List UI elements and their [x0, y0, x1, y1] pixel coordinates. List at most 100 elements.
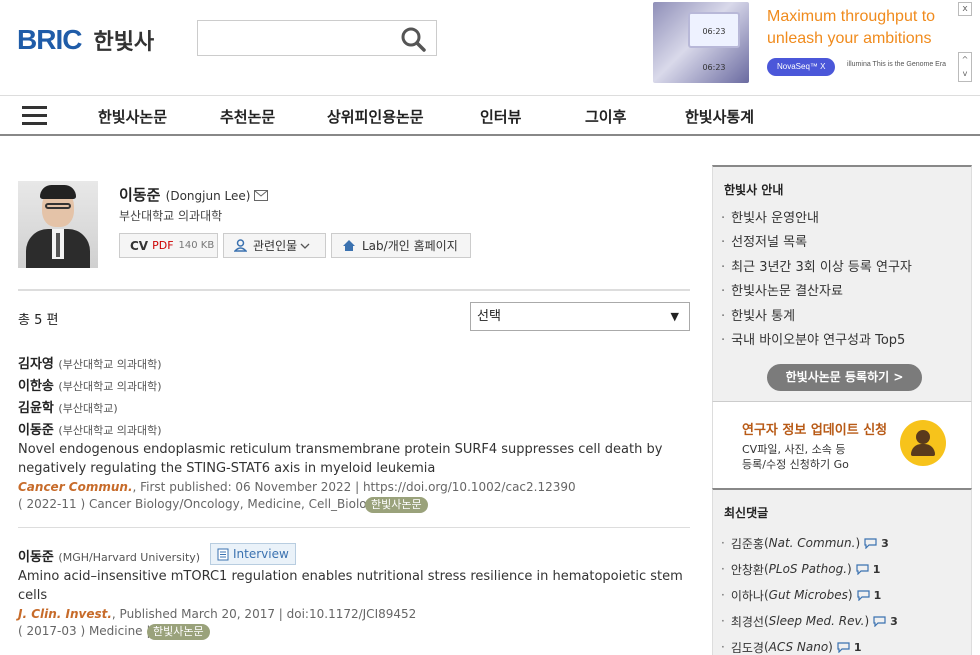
cv-label: CV: [130, 238, 149, 253]
paper-title[interactable]: Amino acid–insensitive mTORC1 regulation…: [18, 567, 690, 605]
menu-icon[interactable]: [22, 106, 47, 126]
paper-author[interactable]: 이한송 (부산대학교 의과대학): [18, 375, 162, 394]
comment-count: 3: [881, 536, 889, 550]
ad-headline: Maximum throughput to unleash your ambit…: [767, 6, 935, 50]
comment-item[interactable]: 김도경(ACS Nano) 1: [721, 634, 898, 655]
home-icon: [343, 240, 355, 251]
guide-item[interactable]: 국내 바이오분야 연구성과 Top5: [721, 329, 912, 353]
guide-item[interactable]: 한빛사 통계: [721, 305, 912, 329]
site-logo[interactable]: BRIC 한빛사: [17, 24, 154, 56]
comment-icon: [856, 563, 869, 575]
update-desc-line1: CV파일, 사진, 소속 등: [742, 443, 846, 456]
lab-homepage-button[interactable]: Lab/개인 홈페이지: [331, 233, 471, 258]
guide-item[interactable]: 한빛사 운영안내: [721, 207, 912, 231]
update-info-box[interactable]: 연구자 정보 업데이트 신청 CV파일, 사진, 소속 등 등록/수정 신청하기…: [712, 402, 972, 488]
comment-item[interactable]: 김준홍(Nat. Commun.) 3: [721, 530, 898, 556]
comment-icon: [856, 589, 870, 601]
paper-date-field: ( 2022-11 ) Cancer Biology/Oncology, Med…: [18, 497, 390, 511]
author-org: (부산대학교 의과대학): [58, 358, 162, 371]
paper-author[interactable]: 이동준 (부산대학교 의과대학): [18, 419, 162, 438]
comment-count: 1: [872, 562, 881, 576]
dropdown-arrow-icon: ▼: [670, 310, 679, 323]
nav-item-after[interactable]: 그이후: [585, 106, 626, 127]
comment-count: 1: [873, 588, 882, 602]
nav-item-statistics[interactable]: 한빛사통계: [685, 106, 754, 127]
paper-publication: J. Clin. Invest., Published March 20, 20…: [18, 607, 416, 621]
register-paper-button[interactable]: 한빛사논문 등록하기 >: [767, 364, 922, 391]
comment-count: 3: [890, 614, 898, 628]
paper-author[interactable]: 이동준 (MGH/Harvard University): [18, 546, 200, 565]
paper-author[interactable]: 김자영 (부산대학교 의과대학): [18, 353, 162, 372]
guide-item[interactable]: 선정저널 목록: [721, 231, 912, 255]
ad-close-icon[interactable]: x: [958, 2, 972, 16]
researcher-name-en: (Dongjun Lee): [165, 189, 251, 203]
logo-hanbitsa-text: 한빛사: [93, 30, 155, 55]
guide-item[interactable]: 한빛사논문 결산자료: [721, 280, 912, 304]
site-header: BRIC 한빛사 06:23 06:23 Maximum throughput …: [0, 0, 980, 95]
ad-scroll-control[interactable]: ^ v: [958, 52, 972, 82]
search-icon[interactable]: [400, 26, 426, 52]
comment-journal: Nat. Commun.: [768, 536, 856, 550]
comment-journal: ACS Nano: [768, 640, 829, 654]
related-people-label: 관련인물: [253, 239, 298, 253]
ad-brand-text: illumina This is the Genome Era: [847, 61, 947, 68]
guide-item[interactable]: 최근 3년간 3회 이상 등록 연구자: [721, 256, 912, 280]
paper-publication: Cancer Commun., First published: 06 Nove…: [18, 480, 576, 494]
nav-item-recommended[interactable]: 추천논문: [220, 106, 275, 127]
sort-select[interactable]: 선택 ▼: [470, 302, 690, 331]
comment-author: 김준홍: [730, 536, 764, 551]
journal-name: J. Clin. Invest.: [18, 607, 112, 621]
comment-icon: [837, 641, 850, 653]
ad-headline-line1: Maximum throughput to: [767, 8, 936, 25]
interview-label: Interview: [233, 547, 289, 561]
comment-item[interactable]: 이하나(Gut Microbes) 1: [721, 582, 898, 608]
hanbitsa-tag[interactable]: 한빛사논문: [147, 624, 210, 640]
journal-name: Cancer Commun.: [18, 480, 133, 494]
update-title: 연구자 정보 업데이트 신청: [742, 423, 888, 438]
ad-down-icon[interactable]: v: [959, 67, 971, 81]
chevron-down-icon: [300, 243, 310, 249]
comment-journal: PLoS Pathog.: [768, 562, 848, 576]
paper-date-field: ( 2017-03 ) Medicine |: [18, 624, 151, 638]
author-name: 이동준: [18, 550, 54, 565]
latest-comments-box: 최신댓글 김준홍(Nat. Commun.) 3 안창환(PLoS Pathog…: [712, 488, 972, 655]
author-org: (부산대학교 의과대학): [58, 424, 162, 437]
ad-screen: 06:23 06:23: [688, 12, 740, 72]
guide-list: 한빛사 운영안내 선정저널 목록 최근 3년간 3회 이상 등록 연구자 한빛사…: [721, 207, 912, 353]
ad-product-pill[interactable]: NovaSeq™ X: [767, 58, 836, 76]
comment-journal: Gut Microbes: [768, 588, 848, 602]
guide-title: 한빛사 안내: [724, 183, 784, 197]
comment-author: 최경선: [730, 614, 764, 629]
author-name: 김자영: [18, 357, 54, 372]
researcher-affiliation: 부산대학교 의과대학: [119, 209, 223, 223]
comment-item[interactable]: 안창환(PLoS Pathog.) 1: [721, 556, 898, 582]
ad-headline-line2: unleash your ambitions: [767, 30, 932, 47]
mail-icon[interactable]: [254, 190, 268, 201]
ad-sequencer-image: 06:23 06:23: [653, 2, 749, 83]
lab-homepage-label: Lab/개인 홈페이지: [362, 239, 458, 253]
comment-count: 1: [853, 640, 862, 654]
ad-banner[interactable]: 06:23 06:23 Maximum throughput to unleas…: [653, 0, 953, 84]
comment-icon: [864, 537, 877, 549]
paper-title[interactable]: Novel endogenous endoplasmic reticulum t…: [18, 440, 690, 478]
nav-item-interview[interactable]: 인터뷰: [480, 106, 521, 127]
hanbitsa-tag[interactable]: 한빛사논문: [365, 497, 428, 513]
comment-author: 김도경: [730, 640, 764, 655]
author-name: 이한송: [18, 379, 54, 394]
comment-icon: [873, 615, 886, 627]
paper-author[interactable]: 김윤학 (부산대학교): [18, 397, 118, 416]
profile-photo: [18, 181, 98, 268]
researcher-name: 이동준 (Dongjun Lee): [119, 184, 250, 205]
author-org: (MGH/Harvard University): [58, 551, 201, 564]
interview-button[interactable]: Interview: [210, 543, 296, 565]
cv-file-size: 140 KB: [178, 240, 215, 251]
person-icon: [234, 239, 247, 252]
nav-item-hanbitsa-papers[interactable]: 한빛사논문: [98, 106, 167, 127]
cv-download-button[interactable]: CV PDF 140 KB: [119, 233, 218, 258]
comment-item[interactable]: 최경선(Sleep Med. Rev.) 3: [721, 608, 898, 634]
ad-up-icon[interactable]: ^: [959, 53, 971, 67]
search-input[interactable]: [197, 20, 437, 56]
nav-item-top-cited[interactable]: 상위피인용논문: [327, 106, 424, 127]
related-people-button[interactable]: 관련인물: [223, 233, 326, 258]
sort-select-value: 선택: [477, 309, 501, 324]
